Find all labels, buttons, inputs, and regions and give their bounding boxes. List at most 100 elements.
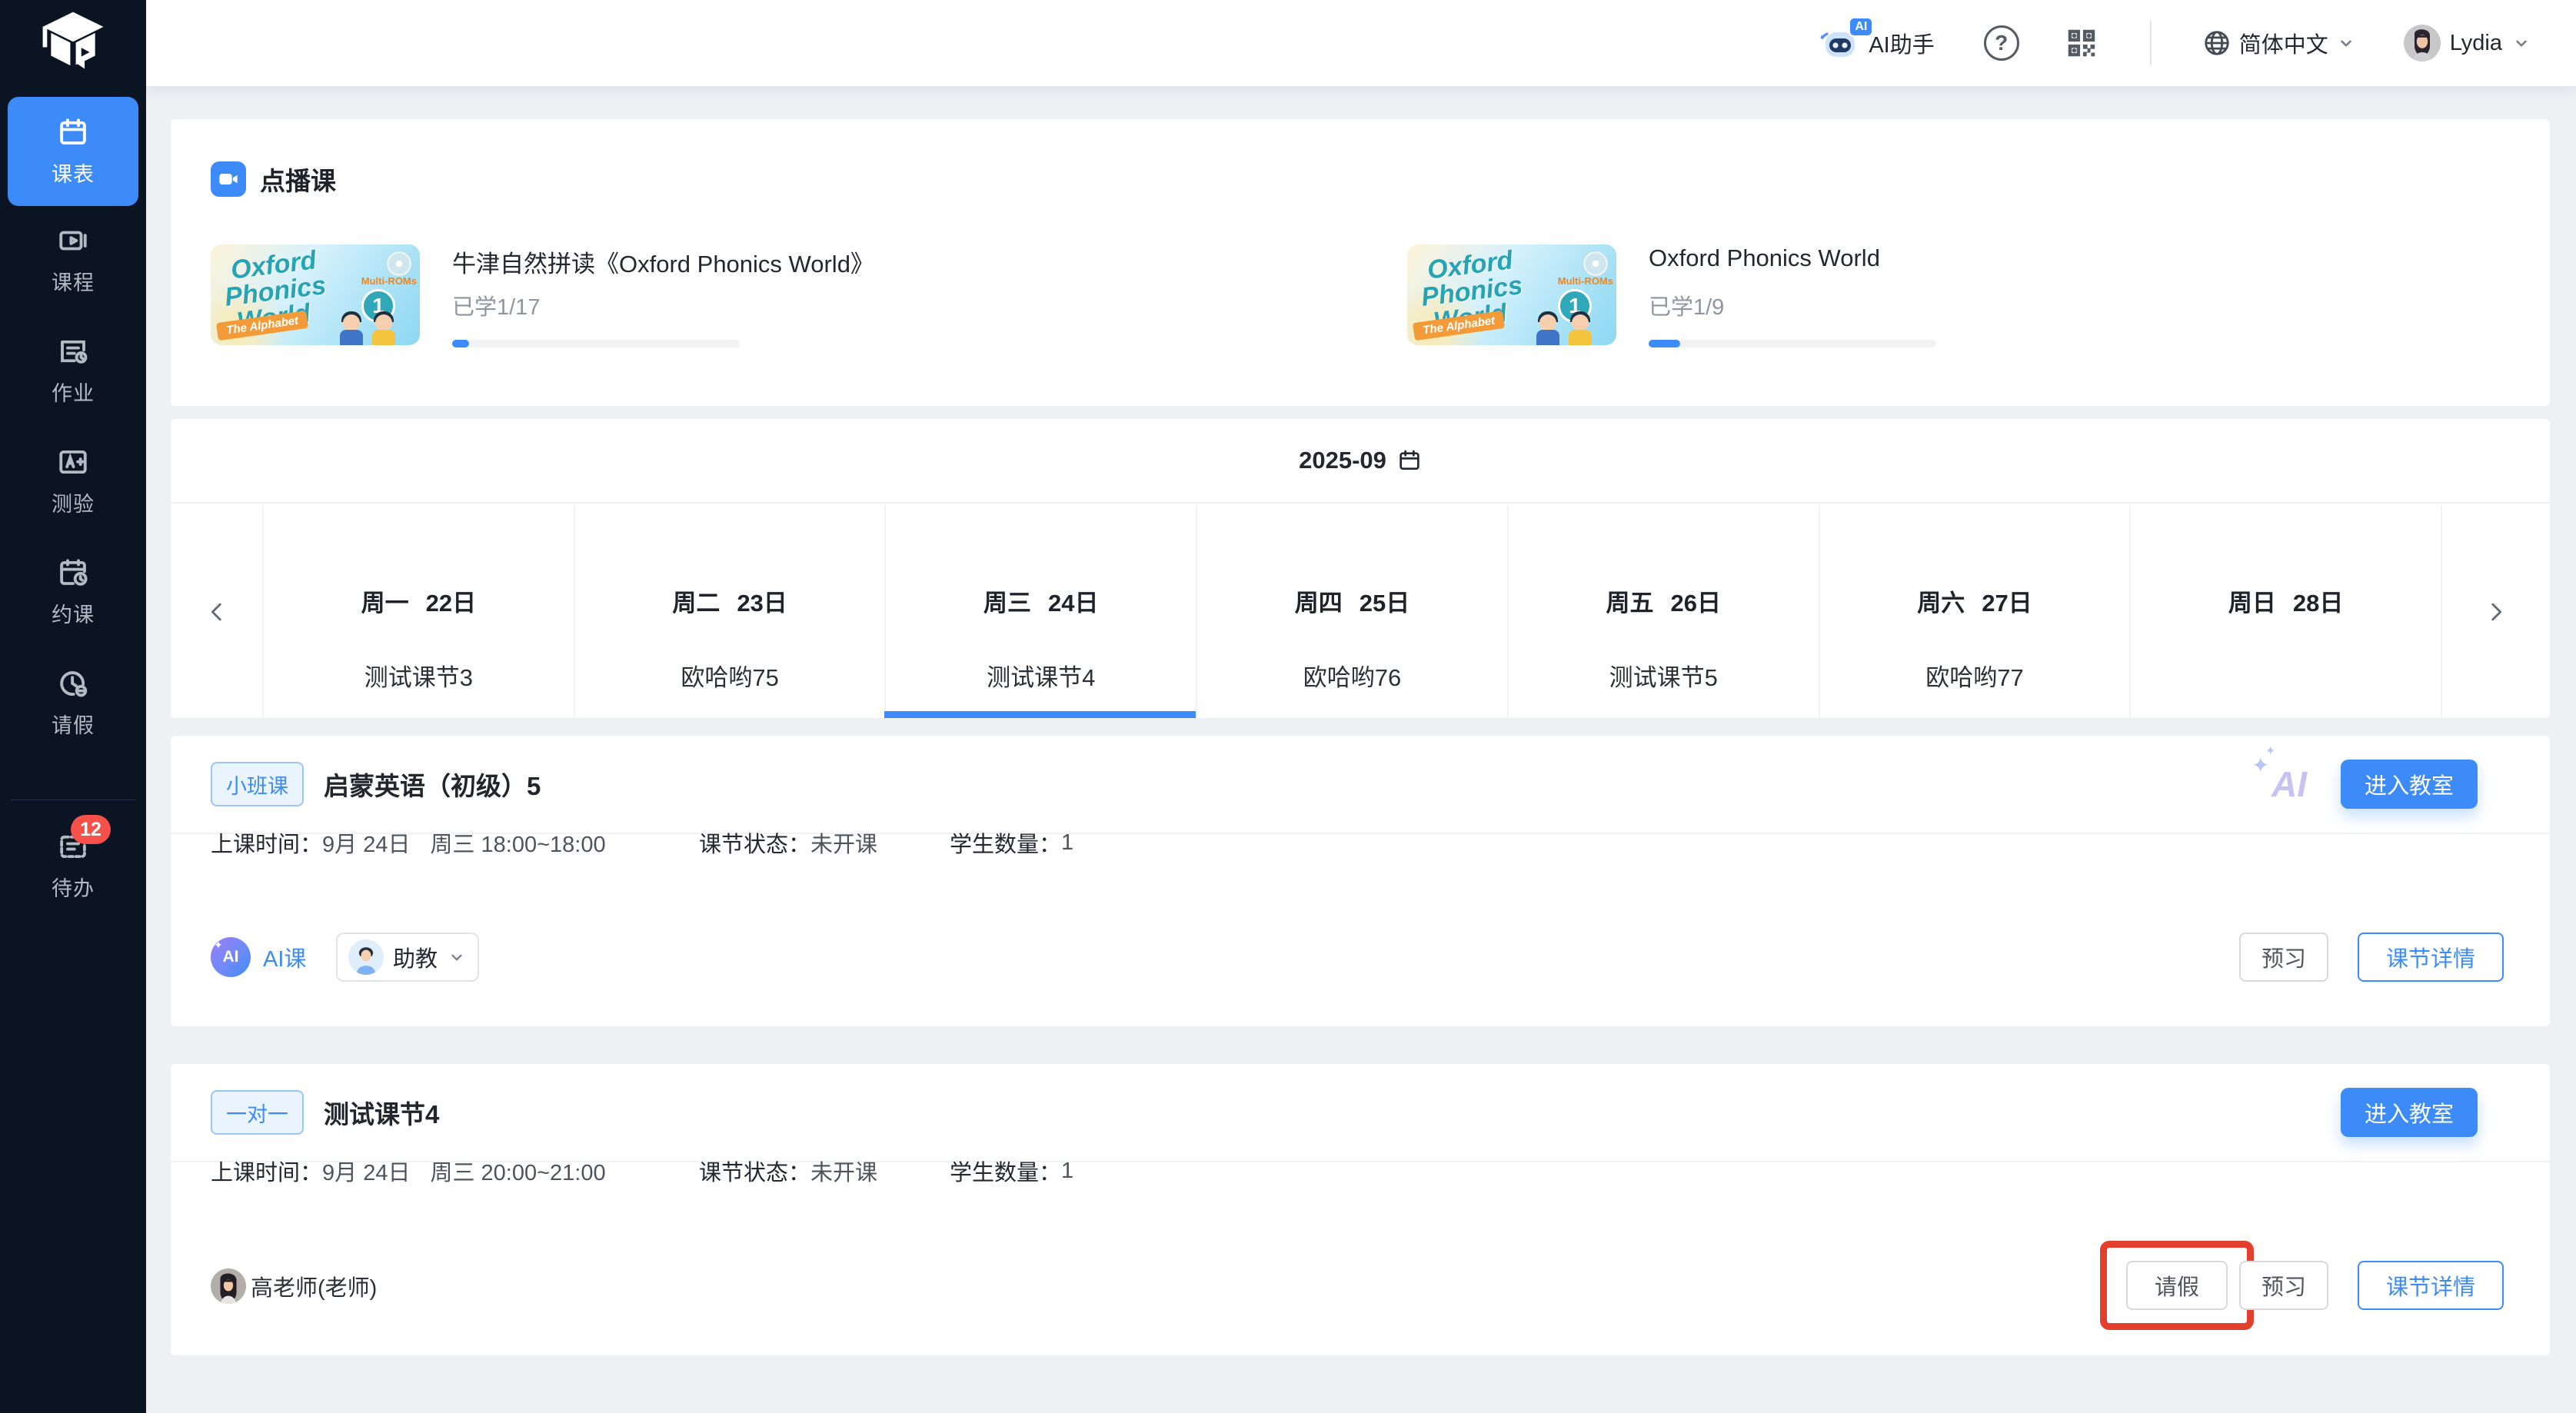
day-course-label: 欧哈哟77 (1925, 658, 2023, 693)
sidebar-item-todo[interactable]: 待办 (0, 830, 146, 902)
calendar-section: 2025-09 周一22日 测试课节3 周二23日 欧哈哟75 (171, 419, 2550, 718)
sidebar-item-quiz[interactable]: 测验 (0, 446, 146, 517)
class-type-badge: 一对一 (211, 1090, 304, 1135)
calendar-day-column-active[interactable]: 周三24日 测试课节4 (884, 505, 1196, 718)
assistant-avatar (348, 939, 384, 975)
chevron-down-icon (2336, 33, 2356, 53)
sidebar-item-label: 课程 (52, 266, 95, 296)
day-label: 周日28日 (2228, 583, 2343, 618)
calendar-day-column[interactable]: 周一22日 测试课节3 (262, 505, 574, 718)
lesson-title: 测试课节4 (324, 1094, 439, 1131)
assistant-selector[interactable]: 助教 (336, 933, 479, 982)
cover-kid-figure (340, 314, 363, 345)
cover-disc-icon (1583, 251, 1609, 277)
lesson-detail-button[interactable]: 课节详情 (2358, 1261, 2504, 1310)
course-progress-fill (1649, 340, 1680, 347)
calendar-day-column[interactable]: 周六27日 欧哈哟77 (1819, 505, 2130, 718)
topbar: AI AI助手 ? (146, 0, 2576, 86)
course-cover: Oxford Phonics World 1 Multi-ROMs The Al… (211, 244, 420, 345)
lesson-students: 学生数量：1 (950, 1155, 1073, 1187)
sidebar-item-schedule[interactable]: 课表 (8, 97, 138, 206)
lesson-detail-button[interactable]: 课节详情 (2358, 933, 2504, 982)
lesson-status: 课节状态：未开课 (699, 826, 877, 859)
lesson-info-row: 上课时间：9月 24日周三 18:00~18:00 课节状态：未开课 学生数量：… (171, 826, 2550, 876)
help-button[interactable]: ? (1984, 25, 2019, 61)
ai-assistant-button[interactable]: AI AI助手 (1819, 25, 1934, 62)
lesson-title: 启蒙英语（初级）5 (324, 766, 541, 803)
calendar-prev-button[interactable] (171, 505, 262, 718)
sidebar-item-leave[interactable]: 请假 (0, 667, 146, 739)
cover-rom-label: Multi-ROMs (1558, 275, 1613, 287)
calendar-day-column[interactable]: 周日28日 (2129, 505, 2442, 718)
day-label: 周五26日 (1606, 583, 1720, 618)
calendar-day-column[interactable]: 周四25日 欧哈哟76 (1196, 505, 1507, 718)
app-logo[interactable] (38, 9, 108, 75)
lesson-title-row: 一对一 测试课节4 进入教室 (171, 1064, 2550, 1162)
preview-button[interactable]: 预习 (2239, 933, 2328, 982)
lesson-status: 课节状态：未开课 (699, 1155, 877, 1187)
ai-watermark-icon: ✦✦AI (2271, 763, 2307, 805)
day-course-label: 欧哈哟75 (681, 658, 778, 693)
cover-kid-figure (1536, 314, 1559, 345)
lesson-bottom-row: ✦AI AI课 助教 预习 课节详情 (171, 926, 2550, 1003)
sidebar-item-label: 测验 (52, 487, 95, 517)
globe-icon (2202, 28, 2232, 58)
calendar-month-picker[interactable]: 2025-09 (171, 419, 2550, 504)
sidebar-item-booking[interactable]: 约课 (0, 557, 146, 628)
course-progress-text: 已学1/17 (452, 289, 540, 321)
lesson-card: 一对一 测试课节4 进入教室 上课时间：9月 24日周三 20:00~21:00… (171, 1064, 2550, 1355)
sidebar-item-label: 作业 (52, 377, 95, 407)
assistant-label: 助教 (393, 941, 438, 973)
lesson-title-row: 小班课 启蒙英语（初级）5 ✦✦AI 进入教室 (171, 736, 2550, 834)
video-camera-icon (211, 161, 246, 197)
lesson-bottom-row: 高老师(老师) 请假 预习 课节详情 (171, 1255, 2550, 1332)
ai-assistant-label: AI助手 (1869, 27, 1934, 59)
cover-kid-figure (372, 314, 395, 345)
enter-classroom-button[interactable]: 进入教室 (2341, 760, 2478, 809)
sidebar: 课表 课程 作业 (0, 0, 146, 1413)
lesson-time: 上课时间：9月 24日周三 18:00~18:00 (211, 826, 606, 859)
sidebar-item-label: 课表 (52, 158, 95, 188)
graduation-cap-icon (40, 12, 106, 73)
enter-classroom-button[interactable]: 进入教室 (2341, 1088, 2478, 1137)
lesson-card: 小班课 启蒙英语（初级）5 ✦✦AI 进入教室 上课时间：9月 24日周三 18… (171, 736, 2550, 1026)
topbar-divider (2150, 21, 2152, 65)
todo-count-badge: 12 (71, 815, 111, 844)
sidebar-item-homework[interactable]: 作业 (0, 335, 146, 407)
day-course-label: 测试课节5 (1609, 658, 1718, 693)
user-menu[interactable]: Lydia (2404, 25, 2531, 62)
leave-button-highlight: 请假 (2100, 1241, 2254, 1330)
calendar-day-column[interactable]: 周五26日 测试课节5 (1507, 505, 1819, 718)
course-title: 牛津自然拼读《Oxford Phonics World》 (452, 244, 874, 279)
calendar-day-column[interactable]: 周二23日 欧哈哟75 (574, 505, 885, 718)
question-mark-icon: ? (1984, 25, 2019, 61)
sidebar-item-courses[interactable]: 课程 (0, 224, 146, 296)
course-progress-bar (452, 340, 740, 347)
day-course-label: 测试课节3 (364, 658, 473, 693)
vod-header: 点播课 (211, 161, 336, 198)
day-label: 周三24日 (983, 583, 1098, 618)
vod-course-card[interactable]: Oxford Phonics World 1 Multi-ROMs The Al… (211, 244, 1326, 352)
video-lesson-icon (57, 224, 89, 257)
language-selector[interactable]: 简体中文 (2202, 27, 2356, 59)
assignment-icon (57, 335, 89, 367)
calendar-next-button[interactable] (2442, 505, 2550, 718)
vod-section: 点播课 Oxford Phonics World 1 Multi-ROMs Th… (171, 119, 2550, 406)
teacher-info: 高老师(老师) (211, 1268, 377, 1304)
language-label: 简体中文 (2239, 27, 2328, 59)
leave-button[interactable]: 请假 (2126, 1261, 2228, 1310)
calendar-icon (57, 116, 89, 148)
course-cover: Oxford Phonics World 1 Multi-ROMs The Al… (1407, 244, 1616, 345)
preview-button[interactable]: 预习 (2239, 1261, 2328, 1310)
sidebar-item-label: 约课 (52, 598, 95, 628)
qr-code-button[interactable] (2064, 25, 2099, 61)
cover-kid-figure (1569, 314, 1592, 345)
day-course-label: 欧哈哟76 (1303, 658, 1401, 693)
ai-course-link[interactable]: ✦AI AI课 (211, 937, 306, 977)
vod-course-card[interactable]: Oxford Phonics World 1 Multi-ROMs The Al… (1407, 244, 2522, 352)
chevron-down-icon (2511, 33, 2531, 53)
app-root: 课表 课程 作业 (0, 0, 2576, 1413)
course-progress-bar (1649, 340, 1936, 347)
chevron-right-icon (2483, 599, 2509, 625)
ai-course-icon: ✦AI (211, 937, 251, 977)
